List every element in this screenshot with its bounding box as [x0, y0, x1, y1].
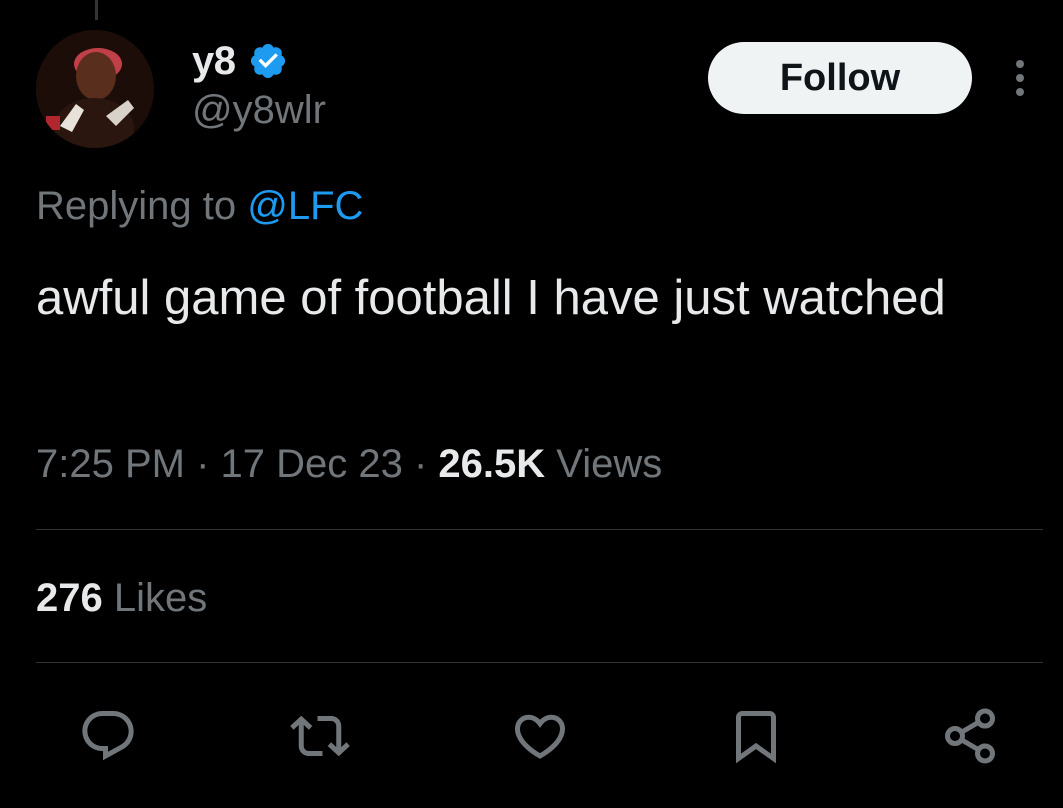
reply-context: Replying to @LFC: [36, 184, 363, 229]
thread-connector-line: [95, 0, 98, 20]
tweet-metadata: 7:25 PM · 17 Dec 23 · 26.5K Views: [36, 442, 662, 487]
avatar-image: [36, 30, 154, 148]
like-button[interactable]: [510, 706, 570, 766]
follow-button[interactable]: Follow: [708, 42, 972, 114]
author-display-name[interactable]: y8: [192, 39, 236, 84]
meta-separator: ·: [184, 442, 221, 486]
reply-context-prefix: Replying to: [36, 184, 248, 228]
views-count: 26.5K: [438, 442, 546, 486]
views-label: Views: [545, 442, 663, 486]
bookmark-button[interactable]: [726, 706, 786, 766]
author-handle[interactable]: @y8wlr: [192, 88, 326, 133]
more-options-icon[interactable]: [1004, 56, 1036, 100]
tweet-time[interactable]: 7:25 PM: [36, 442, 185, 486]
verified-badge-icon: [250, 43, 285, 79]
avatar[interactable]: [36, 30, 154, 148]
repost-icon: [290, 715, 350, 757]
divider: [36, 529, 1043, 530]
share-button[interactable]: [940, 706, 1000, 766]
meta-separator: ·: [402, 442, 439, 486]
likes-summary[interactable]: 276 Likes: [36, 576, 207, 621]
share-icon: [945, 708, 995, 764]
bookmark-icon: [736, 711, 776, 764]
reply-mention-link[interactable]: @LFC: [247, 184, 363, 228]
tweet-text: awful game of football I have just watch…: [36, 271, 946, 325]
like-icon: [514, 714, 566, 759]
divider: [36, 662, 1043, 663]
author-name-row: y8: [192, 36, 288, 86]
likes-count: 276: [36, 576, 103, 620]
reply-icon: [82, 711, 134, 761]
repost-button[interactable]: [290, 706, 350, 766]
tweet-date[interactable]: 17 Dec 23: [221, 442, 403, 486]
likes-label: Likes: [102, 576, 208, 620]
reply-button[interactable]: [78, 706, 138, 766]
